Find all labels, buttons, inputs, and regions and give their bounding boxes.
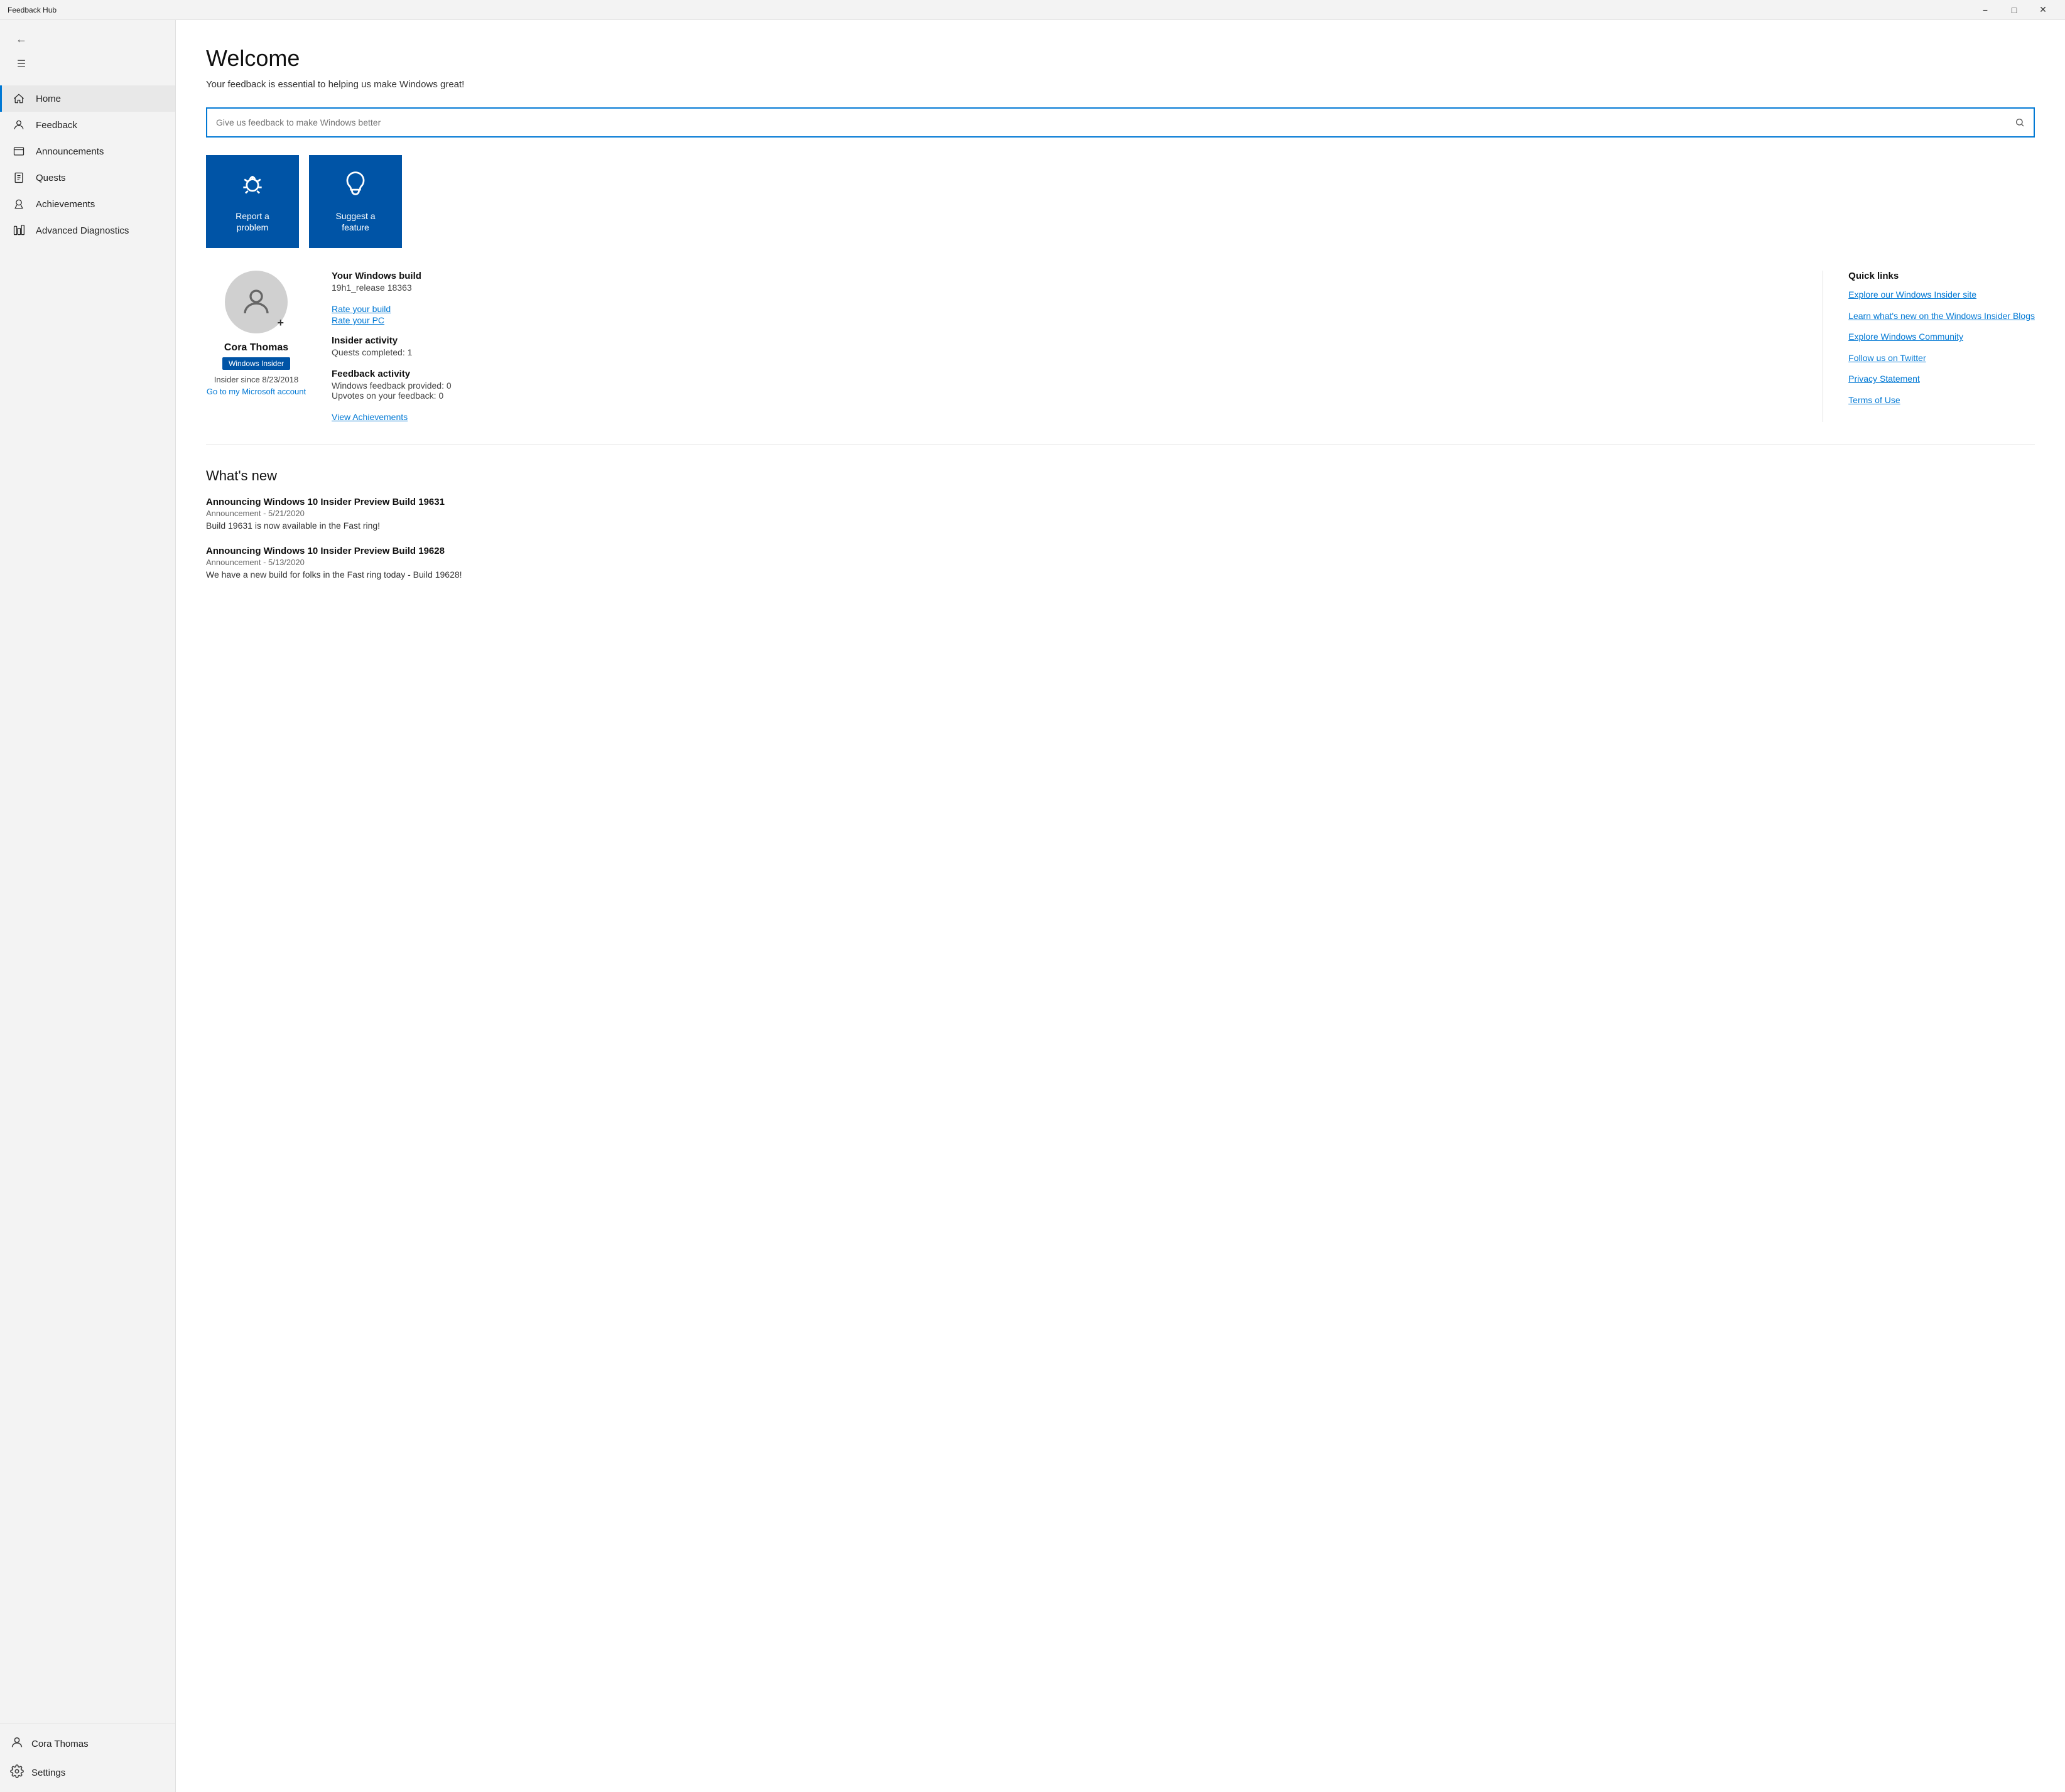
news-item-1-desc: Build 19631 is now available in the Fast… xyxy=(206,521,2035,531)
close-button[interactable]: ✕ xyxy=(2029,0,2057,20)
quests-completed: Quests completed: 1 xyxy=(332,347,1797,357)
quests-icon xyxy=(12,171,26,185)
news-item-2-desc: We have a new build for folks in the Fas… xyxy=(206,569,2035,580)
insider-activity-title: Insider activity xyxy=(332,335,1797,346)
news-item-2-meta: Announcement - 5/13/2020 xyxy=(206,558,2035,567)
sidebar-top: ← ☰ xyxy=(0,20,175,83)
app-title: Feedback Hub xyxy=(8,6,57,14)
profile-card: + Cora Thomas Windows Insider Insider si… xyxy=(206,271,332,422)
app-container: ← ☰ Home Fee xyxy=(0,20,2065,1792)
sidebar-item-achievements-label: Achievements xyxy=(36,199,95,210)
news-item-2-title[interactable]: Announcing Windows 10 Insider Preview Bu… xyxy=(206,546,2035,556)
advanced-diagnostics-icon xyxy=(12,224,26,237)
profile-stats: Your Windows build 19h1_release 18363 Ra… xyxy=(332,271,1823,422)
avatar-icon xyxy=(239,285,273,319)
quick-link-twitter[interactable]: Follow us on Twitter xyxy=(1848,352,2035,365)
sidebar-item-home-label: Home xyxy=(36,94,61,104)
news-item-1: Announcing Windows 10 Insider Preview Bu… xyxy=(206,497,2035,531)
bug-icon xyxy=(239,170,266,204)
profile-name: Cora Thomas xyxy=(224,342,288,354)
view-achievements-link[interactable]: View Achievements xyxy=(332,412,1797,422)
quick-link-insider-site[interactable]: Explore our Windows Insider site xyxy=(1848,289,2035,301)
windows-build-value: 19h1_release 18363 xyxy=(332,283,1797,293)
quick-link-terms[interactable]: Terms of Use xyxy=(1848,394,2035,407)
sidebar-bottom: Cora Thomas Settings xyxy=(0,1724,175,1792)
avatar: + xyxy=(225,271,288,333)
sidebar-item-announcements[interactable]: Announcements xyxy=(0,138,175,165)
sidebar-user-item[interactable]: Cora Thomas xyxy=(0,1729,175,1758)
whats-new-section: What's new Announcing Windows 10 Insider… xyxy=(206,468,2035,580)
news-item-1-meta: Announcement - 5/21/2020 xyxy=(206,509,2035,518)
search-button[interactable] xyxy=(2006,109,2034,136)
achievements-icon xyxy=(12,197,26,211)
title-bar: Feedback Hub − □ ✕ xyxy=(0,0,2065,20)
avatar-plus-icon: + xyxy=(277,316,284,330)
back-button[interactable]: ← xyxy=(10,28,33,50)
feedback-icon xyxy=(12,118,26,132)
profile-section: + Cora Thomas Windows Insider Insider si… xyxy=(206,271,2035,445)
profile-badge: Windows Insider xyxy=(222,357,290,370)
sidebar-item-achievements[interactable]: Achievements xyxy=(0,191,175,217)
sidebar-item-feedback[interactable]: Feedback xyxy=(0,112,175,138)
lightbulb-icon xyxy=(342,170,369,204)
main-content: Welcome Your feedback is essential to he… xyxy=(176,20,2065,1792)
sidebar-item-advanced-diagnostics-label: Advanced Diagnostics xyxy=(36,225,129,236)
feedback-activity-title: Feedback activity xyxy=(332,369,1797,379)
sidebar-item-quests-label: Quests xyxy=(36,173,66,183)
whats-new-title: What's new xyxy=(206,468,2035,484)
nav-menu: Home Feedback Announce xyxy=(0,83,175,1724)
action-tiles: Report aproblem Suggest afeature xyxy=(206,155,2035,248)
profile-since: Insider since 8/23/2018 xyxy=(214,375,298,384)
minimize-button[interactable]: − xyxy=(1971,0,2000,20)
rate-build-link[interactable]: Rate your build xyxy=(332,304,1797,314)
window-controls: − □ ✕ xyxy=(1971,0,2057,20)
quick-links-title: Quick links xyxy=(1848,271,2035,281)
search-input[interactable] xyxy=(207,111,2006,134)
sidebar-username: Cora Thomas xyxy=(31,1739,89,1749)
sidebar-item-advanced-diagnostics[interactable]: Advanced Diagnostics xyxy=(0,217,175,244)
quick-link-insider-blogs[interactable]: Learn what's new on the Windows Insider … xyxy=(1848,310,2035,323)
welcome-subtitle: Your feedback is essential to helping us… xyxy=(206,79,2035,90)
sidebar: ← ☰ Home Fee xyxy=(0,20,176,1792)
quick-links: Quick links Explore our Windows Insider … xyxy=(1823,271,2035,422)
suggest-feature-label: Suggest afeature xyxy=(335,210,375,233)
upvotes: Upvotes on your feedback: 0 xyxy=(332,391,1797,401)
insider-activity-group: Insider activity Quests completed: 1 xyxy=(332,335,1797,357)
feedback-provided: Windows feedback provided: 0 xyxy=(332,381,1797,391)
sidebar-settings-item[interactable]: Settings xyxy=(0,1758,175,1787)
sidebar-item-announcements-label: Announcements xyxy=(36,146,104,157)
news-item-2: Announcing Windows 10 Insider Preview Bu… xyxy=(206,546,2035,580)
windows-build-title: Your Windows build xyxy=(332,271,1797,281)
microsoft-account-link[interactable]: Go to my Microsoft account xyxy=(207,387,306,396)
feedback-activity-group: Feedback activity Windows feedback provi… xyxy=(332,369,1797,401)
sidebar-item-quests[interactable]: Quests xyxy=(0,165,175,191)
rate-pc-link[interactable]: Rate your PC xyxy=(332,315,1797,325)
hamburger-button[interactable]: ☰ xyxy=(10,53,33,75)
report-problem-label: Report aproblem xyxy=(236,210,269,233)
sidebar-item-home[interactable]: Home xyxy=(0,85,175,112)
search-bar xyxy=(206,107,2035,138)
sidebar-item-feedback-label: Feedback xyxy=(36,120,77,131)
announcements-icon xyxy=(12,144,26,158)
quick-link-privacy[interactable]: Privacy Statement xyxy=(1848,373,2035,386)
search-icon xyxy=(2015,117,2025,127)
welcome-title: Welcome xyxy=(206,45,2035,72)
settings-icon xyxy=(10,1764,24,1781)
quick-link-community[interactable]: Explore Windows Community xyxy=(1848,331,2035,343)
windows-build-group: Your Windows build 19h1_release 18363 xyxy=(332,271,1797,293)
suggest-feature-tile[interactable]: Suggest afeature xyxy=(309,155,402,248)
news-item-1-title[interactable]: Announcing Windows 10 Insider Preview Bu… xyxy=(206,497,2035,507)
user-icon xyxy=(10,1735,24,1752)
maximize-button[interactable]: □ xyxy=(2000,0,2029,20)
title-bar-left: Feedback Hub xyxy=(8,6,57,14)
report-problem-tile[interactable]: Report aproblem xyxy=(206,155,299,248)
sidebar-settings-label: Settings xyxy=(31,1768,65,1778)
home-icon xyxy=(12,92,26,105)
